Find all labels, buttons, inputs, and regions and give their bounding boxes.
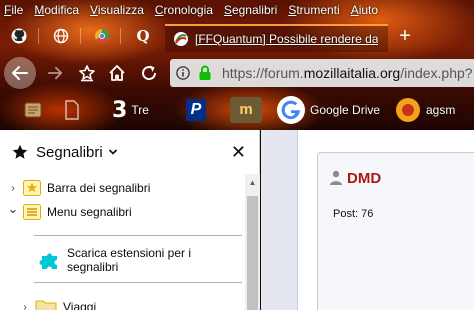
- tree-item-label: Menu segnalibri: [47, 205, 132, 219]
- pinned-tab-github[interactable]: [8, 26, 30, 46]
- chevron-right-icon[interactable]: ›: [6, 183, 20, 194]
- post-label: Post:: [333, 208, 359, 220]
- paypal-icon: P: [186, 99, 206, 121]
- tab-active[interactable]: [FFQuantum] Possibile rendere da: [165, 24, 388, 52]
- bookmarks-toolbar: 3 Tre P m Google Drive agsm: [0, 92, 474, 130]
- menu-segnalibri[interactable]: Segnalibri: [224, 3, 277, 17]
- pinned-tab-quora[interactable]: Q: [132, 26, 154, 46]
- user-icon: [330, 170, 342, 185]
- tab-separator: [120, 28, 121, 44]
- navigation-bar: https://forum.mozillaitalia.org/index.ph…: [0, 54, 474, 92]
- home-button[interactable]: [102, 58, 132, 88]
- post-count-value: 76: [361, 208, 374, 220]
- tree-item-extensions[interactable]: Scarica estensioni per i segnalibri: [0, 246, 245, 274]
- globe-icon: [53, 28, 69, 44]
- tab-title: [FFQuantum] Possibile rendere da: [195, 32, 379, 46]
- mw-icon: m: [230, 97, 262, 123]
- url-bar[interactable]: https://forum.mozillaitalia.org/index.ph…: [170, 59, 474, 87]
- url-prefix: https://forum.: [222, 65, 304, 81]
- post-username[interactable]: DMD: [347, 170, 381, 187]
- scroll-thumb[interactable]: [247, 196, 258, 310]
- bookmark-google-drive[interactable]: Google Drive: [276, 96, 380, 124]
- bookmark-agsm[interactable]: agsm: [394, 96, 455, 124]
- post-count: Post: 76: [333, 208, 373, 220]
- scroll-icon: [24, 102, 42, 118]
- bookmark-item[interactable]: [62, 96, 82, 124]
- page-content: DMD Post: 76: [261, 130, 474, 310]
- separator: [34, 282, 242, 283]
- info-icon[interactable]: [176, 66, 190, 80]
- bookmarks-sidebar: Segnalibri ✕ › Barra dei segnalibri ⌄ Me…: [0, 130, 260, 310]
- chrome-icon: [95, 28, 110, 44]
- bookmark-label: agsm: [426, 103, 456, 117]
- forum-favicon-icon: [174, 32, 188, 46]
- bookmark-mw[interactable]: m: [230, 96, 262, 124]
- bookmark-toolbar-icon: [23, 180, 41, 196]
- pinned-tab-chrome[interactable]: [91, 26, 113, 46]
- menu-visualizza[interactable]: Visualizza: [90, 3, 144, 17]
- github-icon: [11, 28, 27, 44]
- tab-separator: [80, 28, 81, 44]
- agsm-icon: [396, 98, 420, 122]
- sidebar-header[interactable]: Segnalibri ✕: [0, 130, 260, 174]
- pocket-icon: [79, 65, 95, 82]
- bookmark-label: Tre: [131, 103, 149, 117]
- tab-strip: Q [FFQuantum] Possibile rendere da +: [0, 20, 474, 52]
- quora-icon: Q: [136, 27, 150, 45]
- separator: [34, 235, 242, 236]
- forward-button[interactable]: [40, 58, 70, 88]
- sidebar-scrollbar[interactable]: ▲: [245, 174, 260, 310]
- url-suffix: /index.php?: [400, 65, 473, 81]
- tree-item-toolbar[interactable]: › Barra dei segnalibri: [0, 177, 245, 199]
- home-icon: [109, 65, 125, 81]
- menu-aiuto[interactable]: Aiuto: [351, 3, 378, 17]
- new-tab-button[interactable]: +: [394, 25, 416, 47]
- menu-strumenti[interactable]: Strumenti: [288, 3, 339, 17]
- sidebar-title: Segnalibri: [36, 143, 103, 161]
- scroll-up-arrow-icon[interactable]: ▲: [245, 176, 260, 190]
- google-icon: [277, 96, 305, 124]
- sidebar-close-button[interactable]: ✕: [231, 142, 246, 163]
- chevron-down-icon: [108, 149, 117, 155]
- reload-button[interactable]: [134, 58, 164, 88]
- chevron-right-icon[interactable]: ›: [18, 302, 32, 310]
- tree-item-menu[interactable]: ⌄ Menu segnalibri: [0, 201, 245, 223]
- bookmark-tre[interactable]: 3 Tre: [112, 96, 149, 124]
- pinned-tab-globe[interactable]: [50, 26, 72, 46]
- url-text: https://forum.mozillaitalia.org/index.ph…: [222, 65, 473, 81]
- lock-icon[interactable]: [198, 65, 212, 81]
- back-arrow-icon: [12, 66, 28, 80]
- forward-arrow-icon: [47, 66, 63, 80]
- bookmark-label: Google Drive: [310, 103, 381, 117]
- tree-item-label: Viaggi: [63, 300, 97, 310]
- bookmark-menu-icon: [23, 204, 41, 220]
- menu-file[interactable]: File: [4, 3, 23, 17]
- star-icon: [12, 144, 28, 159]
- bookmark-paypal[interactable]: P: [186, 96, 206, 124]
- menu-bar: File Modifica Visualizza Cronologia Segn…: [0, 0, 474, 20]
- save-to-pocket-button[interactable]: [72, 58, 102, 88]
- url-domain: mozillaitalia.org: [303, 65, 401, 81]
- tree-item-viaggi[interactable]: › Viaggi: [0, 296, 245, 310]
- document-icon: [65, 100, 79, 120]
- reload-icon: [142, 65, 157, 81]
- bookmark-item[interactable]: [22, 96, 44, 124]
- back-button[interactable]: [4, 57, 36, 89]
- tab-separator: [38, 28, 39, 44]
- tre-icon: 3: [112, 97, 128, 123]
- tree-item-label: Barra dei segnalibri: [47, 181, 151, 195]
- menu-modifica[interactable]: Modifica: [34, 3, 79, 17]
- tree-item-label: Scarica estensioni per i segnalibri: [66, 246, 191, 274]
- menu-cronologia[interactable]: Cronologia: [155, 3, 213, 17]
- folder-icon: [35, 299, 57, 310]
- puzzle-icon: [39, 249, 61, 271]
- chevron-down-icon[interactable]: ⌄: [6, 201, 20, 217]
